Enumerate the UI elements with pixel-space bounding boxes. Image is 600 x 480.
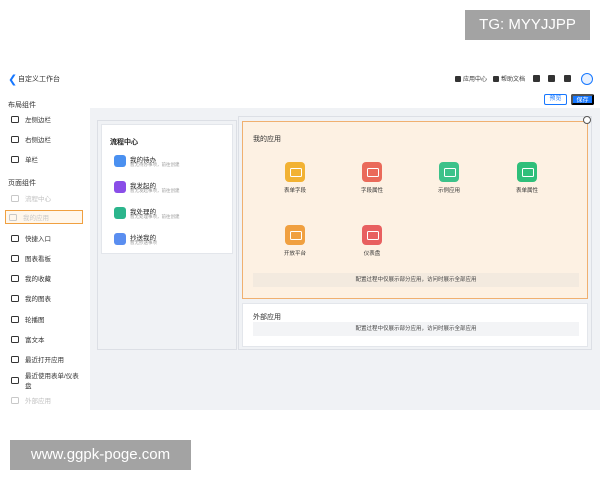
layout-item-right-sidebar[interactable]: 右侧边栏 — [8, 132, 84, 146]
user-icon[interactable] — [533, 75, 540, 82]
paper-plane-icon — [114, 233, 126, 245]
page-item-my-charts[interactable]: 我的图表 — [8, 291, 84, 305]
dashboard-icon — [362, 225, 382, 245]
app-tile-form-fields[interactable]: 表单字段 — [265, 162, 325, 202]
layout-section-label: 布局组件 — [8, 102, 36, 109]
carousel-icon — [11, 315, 19, 323]
layout-single-icon — [11, 155, 19, 163]
top-bar: ❮ 自定义工作台 应用中心 帮助文档 — [0, 70, 600, 90]
component-sidebar: 布局组件 左侧边栏 右侧边栏 单栏 页面组件 流程中心 我的应用 快捷入口 图表… — [0, 94, 90, 410]
page-item-flow-center: 流程中心 — [8, 191, 84, 205]
people-icon — [439, 162, 459, 182]
flow-icon — [11, 194, 19, 202]
flow-item-initiated[interactable]: 我发起的 暂无发起事项，前往创建 — [110, 179, 226, 201]
document-icon — [493, 75, 499, 82]
app-tile-form-props[interactable]: 表单属性 — [497, 162, 557, 202]
flow-item-handled[interactable]: 我处理的 暂无处理事项，前往创建 — [110, 205, 226, 227]
external-icon — [11, 396, 19, 404]
page-item-recent-apps[interactable]: 最近打开应用 — [8, 352, 84, 366]
app-tile-field-props[interactable]: 字段属性 — [342, 162, 402, 202]
page-item-recent-forms[interactable]: 最近使用表单/仪表盘 — [8, 373, 84, 390]
message-icon[interactable] — [548, 75, 555, 82]
flow-center-card[interactable]: 流程中心 我的待办 暂无待办事项，前往创建 我发起的 暂无发起事项，前往创建 我… — [101, 124, 233, 254]
recent-icon — [11, 355, 19, 363]
bell-icon — [114, 155, 126, 167]
workbench-editor: ❮ 自定义工作台 应用中心 帮助文档 预览 保存 布局组件 左侧边栏 右侧边栏 … — [0, 0, 600, 480]
page-item-chart-board[interactable]: 图表看板 — [8, 251, 84, 265]
chevron-left-icon[interactable]: ❮ — [8, 73, 17, 86]
page-section-label: 页面组件 — [8, 180, 36, 187]
page-title: 自定义工作台 — [18, 76, 60, 83]
chart-board-icon — [11, 254, 19, 262]
apps-icon — [9, 213, 17, 221]
save-button[interactable]: 保存 — [571, 94, 594, 105]
page-item-favorites[interactable]: 我的收藏 — [8, 271, 84, 285]
flow-center-title: 流程中心 — [110, 139, 138, 146]
form-icon — [11, 376, 19, 384]
page-item-rich-text[interactable]: 富文本 — [8, 332, 84, 346]
page-item-external-apps: 外部应用 — [8, 393, 84, 407]
layout-left-icon — [11, 115, 19, 123]
layout-right-icon — [11, 135, 19, 143]
shortcut-icon — [11, 234, 19, 242]
page-item-carousel[interactable]: 轮播图 — [8, 312, 84, 326]
star-icon — [11, 274, 19, 282]
external-apps-card[interactable]: 外部应用 配置过程中仅展示部分应用，访问时展示全部应用 — [242, 303, 588, 347]
flow-column: 流程中心 我的待办 暂无待办事项，前往创建 我发起的 暂无发起事项，前往创建 我… — [97, 120, 237, 350]
flow-item-todo[interactable]: 我的待办 暂无待办事项，前往创建 — [110, 153, 226, 175]
apps-config-note: 配置过程中仅展示部分应用，访问时展示全部应用 — [253, 273, 579, 287]
external-config-note: 配置过程中仅展示部分应用，访问时展示全部应用 — [253, 322, 579, 336]
grid-icon — [455, 75, 461, 82]
app-tile-sample-app[interactable]: 示例应用 — [419, 162, 479, 202]
text-icon — [11, 335, 19, 343]
chart-icon — [11, 294, 19, 302]
brand-logo-icon — [581, 73, 593, 85]
preview-button[interactable]: 预览 — [544, 94, 567, 105]
app-center-link[interactable]: 应用中心 — [455, 74, 487, 83]
layout-item-left-sidebar[interactable]: 左侧边栏 — [8, 112, 84, 126]
briefcase-icon — [285, 225, 305, 245]
form-fields-icon — [285, 162, 305, 182]
field-props-icon — [362, 162, 382, 182]
help-docs-link[interactable]: 帮助文档 — [493, 74, 525, 83]
send-icon — [114, 181, 126, 193]
app-tile-dashboard[interactable]: 仪表盘 — [342, 225, 402, 265]
page-item-quick-entry[interactable]: 快捷入口 — [8, 231, 84, 245]
watermark-top: TG: MYYJJPP — [465, 10, 590, 40]
check-icon — [114, 207, 126, 219]
list-icon — [517, 162, 537, 182]
layout-item-single[interactable]: 单栏 — [8, 152, 84, 166]
gear-icon[interactable] — [583, 116, 591, 124]
my-apps-title: 我的应用 — [253, 136, 281, 143]
external-apps-title: 外部应用 — [253, 314, 281, 321]
settings-icon[interactable] — [564, 75, 571, 82]
page-item-my-apps[interactable]: 我的应用 — [5, 210, 83, 224]
flow-item-cc[interactable]: 抄送我的 暂无抄送事项 — [110, 231, 226, 253]
watermark-bottom: www.ggpk-poge.com — [10, 440, 191, 470]
main-column: 我的应用 表单字段 字段属性 示例应用 表单属性 开放平台 仪表盘 配置过程中仅… — [238, 116, 592, 350]
my-apps-card[interactable]: 我的应用 表单字段 字段属性 示例应用 表单属性 开放平台 仪表盘 配置过程中仅… — [242, 116, 591, 299]
app-tile-open-platform[interactable]: 开放平台 — [265, 225, 325, 265]
design-canvas: 流程中心 我的待办 暂无待办事项，前往创建 我发起的 暂无发起事项，前往创建 我… — [90, 108, 600, 410]
